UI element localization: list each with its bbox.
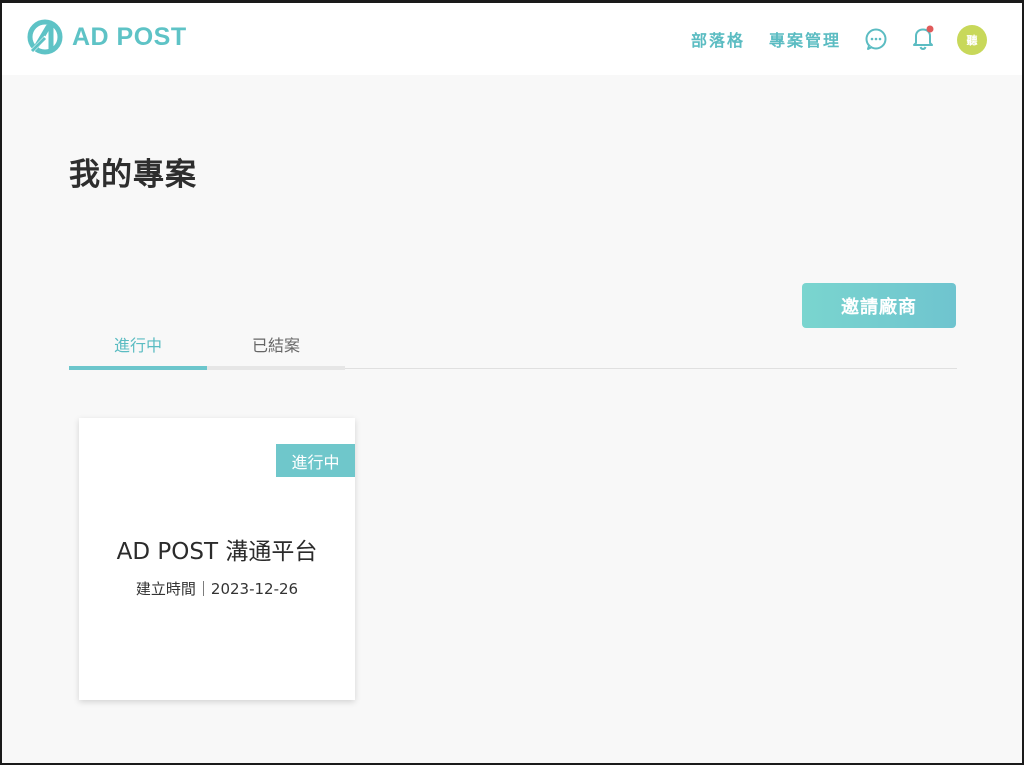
page-title: 我的專案 <box>69 157 197 193</box>
nav-project-management-link[interactable]: 專案管理 <box>769 27 841 51</box>
project-card[interactable]: 進行中 AD POST 溝通平台 建立時間｜2023-12-26 <box>79 418 355 700</box>
notification-bell-icon[interactable] <box>911 25 935 51</box>
tab-indicator <box>207 366 345 370</box>
project-title: AD POST 溝通平台 <box>116 539 318 565</box>
tab-label: 進行中 <box>113 336 162 355</box>
nav-blog-link[interactable]: 部落格 <box>691 27 745 51</box>
tab-in-progress[interactable]: 進行中 <box>69 333 207 370</box>
app-frame: AD POST 部落格 專案管理 聽 我的專案 邀請廠商 進行中 已結案 進行中… <box>0 0 1024 765</box>
user-avatar[interactable]: 聽 <box>957 25 987 55</box>
project-created-date: 建立時間｜2023-12-26 <box>135 580 299 598</box>
project-status-tabs: 進行中 已結案 <box>69 333 957 370</box>
tab-active-indicator <box>69 366 207 370</box>
ad-post-logo-icon <box>27 19 63 55</box>
brand-logo[interactable]: AD POST <box>26 19 187 55</box>
tab-label: 已結案 <box>251 336 300 355</box>
invite-vendor-button[interactable]: 邀請廠商 <box>802 283 956 328</box>
notification-dot <box>926 25 934 33</box>
status-badge: 進行中 <box>276 444 355 477</box>
tab-closed[interactable]: 已結案 <box>207 333 345 370</box>
top-header: AD POST 部落格 專案管理 聽 <box>2 3 1022 75</box>
logo-text: AD POST <box>72 22 187 51</box>
chat-icon[interactable] <box>864 27 888 51</box>
